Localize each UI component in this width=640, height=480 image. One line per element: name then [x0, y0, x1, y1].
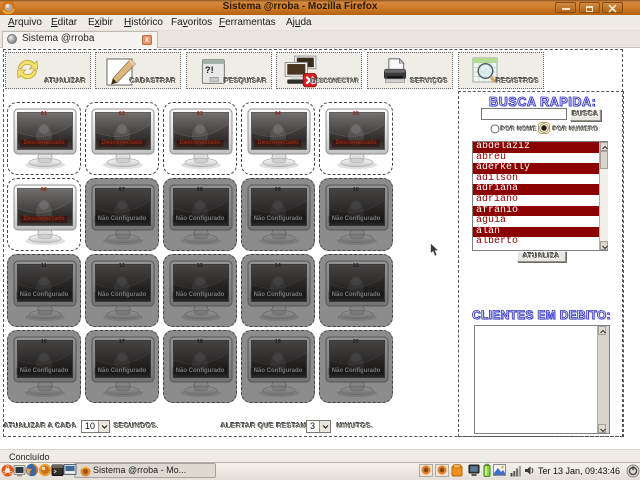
svg-text:?!: ?!: [205, 65, 214, 75]
